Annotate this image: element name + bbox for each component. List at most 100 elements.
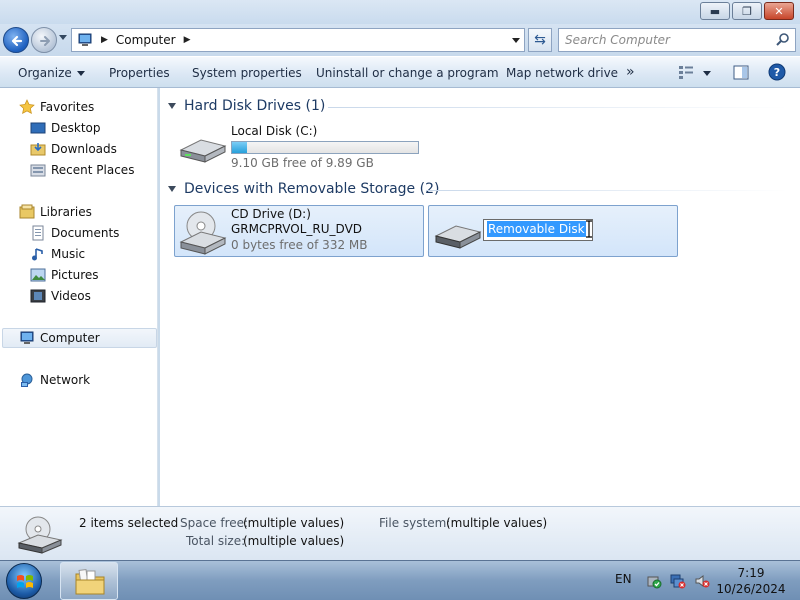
rename-selected-text: Removable Disk: [487, 221, 586, 237]
file-system-label: File system:: [379, 516, 451, 530]
windows-logo-icon: [17, 575, 33, 588]
close-button[interactable]: ✕: [764, 2, 794, 20]
videos-icon: [30, 289, 46, 303]
arrow-right-icon: [40, 36, 50, 46]
change-view-button[interactable]: [678, 65, 694, 82]
music-icon: [32, 248, 43, 261]
details-pane: 2 items selected Space free: (multiple v…: [0, 506, 800, 560]
group-divider: [426, 190, 788, 191]
help-button[interactable]: ?: [768, 63, 786, 84]
sidebar-item-downloads[interactable]: Downloads: [30, 139, 117, 159]
address-row: ▶ Computer ▶ ⇆: [0, 24, 800, 56]
search-icon[interactable]: [775, 32, 791, 48]
more-commands-button[interactable]: »: [626, 64, 635, 80]
start-button[interactable]: [6, 563, 42, 599]
clock-time: 7:19: [737, 566, 765, 580]
refresh-button[interactable]: ⇆: [528, 28, 552, 52]
clock-date: 10/26/2024: [716, 582, 786, 596]
chevron-down-icon: [76, 71, 85, 76]
map-network-drive-button[interactable]: Map network drive: [506, 66, 618, 80]
window-controls: ▬ ❐ ✕: [700, 2, 794, 20]
desktop-icon: [30, 122, 46, 134]
content-area: Hard Disk Drives (1) Local Disk (C:) 9.1…: [160, 88, 800, 506]
group-divider: [328, 107, 788, 108]
space-free-label: Space free:: [180, 516, 249, 530]
system-properties-button[interactable]: System properties: [192, 66, 302, 80]
recent-pages-dropdown[interactable]: [59, 35, 67, 40]
minimize-button[interactable]: ▬: [700, 2, 730, 20]
sidebar-item-label: Downloads: [51, 142, 117, 156]
computer-icon: [78, 33, 92, 46]
title-bar: ▬ ❐ ✕: [0, 0, 800, 24]
disk-usage-bar: [231, 141, 419, 154]
sidebar-item-pictures[interactable]: Pictures: [30, 265, 99, 285]
help-icon: ?: [768, 63, 786, 81]
sidebar-item-libraries[interactable]: Libraries: [19, 202, 92, 222]
drive-tile-cd-drive[interactable]: CD Drive (D:) GRMCPRVOL_RU_DVD 0 bytes f…: [174, 205, 424, 257]
drive-tile-local-disk[interactable]: Local Disk (C:) 9.10 GB free of 9.89 GB: [174, 122, 424, 172]
rename-field[interactable]: Removable Disk: [483, 219, 593, 241]
drive-free-space: 0 bytes free of 332 MB: [231, 238, 368, 252]
folder-icon: [75, 568, 105, 595]
sidebar-item-label: Network: [40, 373, 91, 387]
view-options-dropdown[interactable]: [703, 66, 711, 80]
organize-label: Organize: [18, 66, 72, 80]
sidebar-item-music[interactable]: Music: [30, 244, 85, 264]
drives-icon: [17, 516, 63, 554]
address-dropdown-icon[interactable]: [512, 38, 520, 43]
minimize-icon: ▬: [709, 4, 721, 18]
group-header-hard-disk-drives[interactable]: Hard Disk Drives (1): [168, 98, 325, 114]
system-clock[interactable]: 7:19 10/26/2024: [712, 565, 790, 597]
drive-name: Local Disk (C:): [231, 124, 318, 138]
breadcrumb-separator-icon[interactable]: ▶: [184, 35, 191, 45]
drive-tile-removable-disk[interactable]: Removable Disk: [428, 205, 678, 257]
network-icon: [21, 373, 33, 387]
forward-button[interactable]: [31, 27, 57, 53]
pictures-icon: [30, 268, 46, 282]
language-indicator[interactable]: EN: [615, 572, 632, 586]
drive-name: CD Drive (D:): [231, 207, 311, 221]
total-size-label: Total size:: [186, 534, 246, 548]
search-input[interactable]: [559, 29, 759, 51]
arrow-left-icon: [11, 35, 23, 47]
sidebar-item-label: Music: [51, 247, 86, 261]
restore-button[interactable]: ❐: [732, 2, 762, 20]
group-header-removable-storage[interactable]: Devices with Removable Storage (2): [168, 181, 439, 197]
sidebar-item-favorites[interactable]: Favorites: [19, 97, 94, 117]
sidebar-item-label: Recent Places: [51, 163, 135, 177]
preview-pane-button[interactable]: [733, 65, 749, 83]
back-button[interactable]: [3, 27, 29, 53]
sidebar-item-documents[interactable]: Documents: [30, 223, 119, 243]
sidebar-item-recent-places[interactable]: Recent Places: [30, 160, 134, 180]
properties-button[interactable]: Properties: [109, 66, 170, 80]
star-icon: [19, 99, 35, 114]
address-bar[interactable]: ▶ Computer ▶: [71, 28, 525, 52]
total-size-value: (multiple values): [243, 534, 345, 548]
safely-remove-hardware-icon[interactable]: [646, 573, 662, 589]
search-box[interactable]: [558, 28, 796, 52]
selection-count: 2 items selected: [79, 516, 179, 530]
organize-button[interactable]: Organize: [18, 66, 85, 80]
breadcrumb-computer[interactable]: Computer: [116, 33, 176, 47]
computer-icon: [20, 331, 34, 344]
svg-text:?: ?: [774, 66, 780, 79]
sidebar-item-videos[interactable]: Videos: [30, 286, 91, 306]
refresh-icon: ⇆: [534, 32, 546, 48]
volume-muted-icon[interactable]: [694, 573, 710, 589]
network-status-icon[interactable]: [670, 573, 686, 589]
navigation-pane: Favorites Desktop Downloads Recent Place…: [0, 88, 158, 506]
command-bar: Organize Properties System properties Un…: [0, 56, 800, 88]
taskbar-windows-explorer[interactable]: [60, 562, 118, 600]
sidebar-item-label: Documents: [51, 226, 120, 240]
sidebar-item-desktop[interactable]: Desktop: [30, 118, 101, 138]
space-free-value: (multiple values): [243, 516, 345, 530]
close-icon: ✕: [774, 4, 784, 18]
uninstall-program-button[interactable]: Uninstall or change a program: [316, 66, 499, 80]
restore-icon: ❐: [742, 4, 752, 18]
sidebar-item-network[interactable]: Network: [19, 370, 90, 390]
sidebar-item-computer[interactable]: Computer: [2, 328, 157, 348]
removable-disk-icon: [434, 225, 482, 249]
hard-drive-icon: [179, 139, 227, 163]
breadcrumb-separator-icon[interactable]: ▶: [101, 35, 108, 45]
sidebar-item-label: Desktop: [51, 121, 101, 135]
